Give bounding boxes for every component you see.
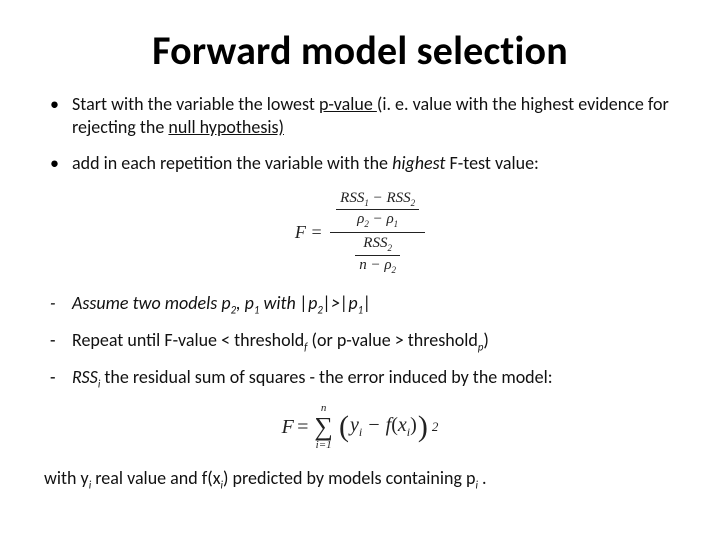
p2: p xyxy=(221,292,230,314)
text: the residual sum of squares - the error … xyxy=(100,366,552,388)
p2b: p xyxy=(308,292,317,314)
fxx: x xyxy=(398,414,407,436)
yi: y xyxy=(350,414,359,436)
squared: 2 xyxy=(432,419,439,435)
text: Repeat until F-value < threshold xyxy=(72,329,304,351)
minus3: − xyxy=(367,257,385,273)
null-hypothesis-term: null hypothesis) xyxy=(168,116,284,138)
minus: − xyxy=(369,190,387,206)
rssi: RSS xyxy=(72,366,98,388)
close: ) xyxy=(483,329,488,351)
text: F-test value: xyxy=(449,152,538,174)
f-statistic-formula: F = RSS1 − RSS2 ρ2 − ρ1 RSS2 xyxy=(44,189,676,277)
rp: ) xyxy=(410,414,417,436)
minus4: − xyxy=(362,414,386,436)
sum-lower: i=1 xyxy=(316,440,332,451)
F2: F xyxy=(282,416,294,439)
dash-2: Repeat until F-value < thresholdf (or p-… xyxy=(44,329,676,354)
rss1: RSS xyxy=(340,190,364,206)
gt: |>| xyxy=(323,292,349,314)
dash-3: RSSi the residual sum of squares - the e… xyxy=(44,366,676,391)
F: F xyxy=(295,222,306,242)
t4: . xyxy=(478,467,487,489)
bullet-1: Start with the variable the lowest p-val… xyxy=(44,93,676,138)
minus2: − xyxy=(369,211,387,227)
text: Start with the variable the lowest xyxy=(72,93,319,115)
p-value-term: p-value xyxy=(319,93,377,115)
emphasis: highest xyxy=(392,152,449,174)
t3: ) predicted by models containing p xyxy=(223,467,475,489)
end: | xyxy=(363,292,371,314)
rss-formula: F = n ∑ i=1 ( yi − f(xi) ) 2 xyxy=(44,403,676,451)
n: n xyxy=(359,257,367,273)
lp: ( xyxy=(391,414,398,436)
text: Assume two models xyxy=(72,292,221,314)
comma: , xyxy=(236,292,245,314)
dash-1: Assume two models p2, p1 with |p2|>|p1| xyxy=(44,292,676,317)
slide: Forward model selection Start with the v… xyxy=(0,0,720,540)
footer-text: with yi real value and f(xi) predicted b… xyxy=(44,467,676,492)
p1b: p xyxy=(348,292,357,314)
sub2c: 2 xyxy=(387,243,392,253)
slide-title: Forward model selection xyxy=(44,26,676,75)
sub2: 2 xyxy=(411,198,416,208)
sub2d: 2 xyxy=(392,265,397,275)
text: add in each repetition the variable with… xyxy=(72,152,392,174)
rss2c: RSS xyxy=(363,235,387,251)
dash-list: Assume two models p2, p1 with |p2|>|p1| … xyxy=(44,292,676,391)
t2: real value and f(x xyxy=(91,467,220,489)
eq2: = xyxy=(296,416,310,439)
p1: p xyxy=(245,292,254,314)
bullet-list: Start with the variable the lowest p-val… xyxy=(44,93,676,175)
bullet-2: add in each repetition the variable with… xyxy=(44,152,676,175)
with: with | xyxy=(259,292,308,314)
rho2b: ρ xyxy=(384,257,391,273)
t: with y xyxy=(44,467,89,489)
sigma-icon: n ∑ i=1 xyxy=(314,403,333,451)
sub1b: 1 xyxy=(394,219,399,229)
equals: = xyxy=(306,222,323,242)
rss2: RSS xyxy=(386,190,410,206)
text2: (or p-value > threshold xyxy=(307,329,477,351)
rho1: ρ xyxy=(386,211,393,227)
